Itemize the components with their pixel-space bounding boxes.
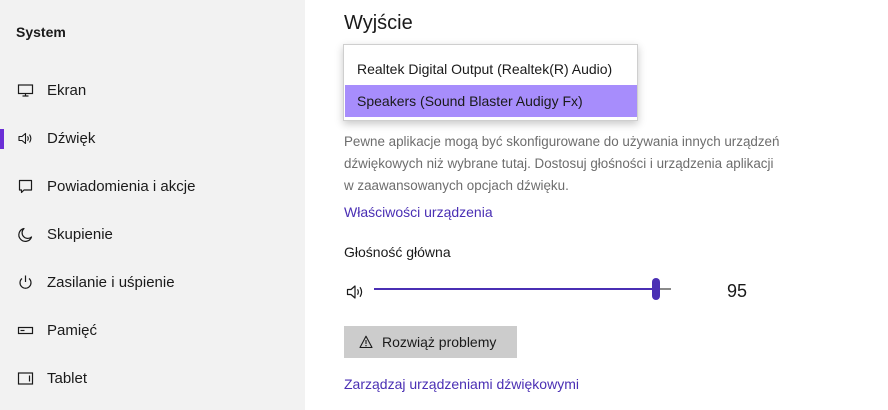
manage-sound-devices-link[interactable]: Zarządzaj urządzeniami dźwiękowymi bbox=[344, 376, 579, 392]
sidebar-item-powiadomienia[interactable]: Powiadomienia i akcje bbox=[0, 164, 305, 208]
output-device-dropdown[interactable]: Realtek Digital Output (Realtek(R) Audio… bbox=[343, 44, 638, 121]
tablet-icon bbox=[16, 369, 34, 387]
master-volume-value: 95 bbox=[727, 281, 748, 301]
device-properties-link[interactable]: Właściwości urządzenia bbox=[344, 204, 493, 220]
main-content: Wyjście Realtek Digital Output (Realtek(… bbox=[305, 0, 888, 410]
sidebar-item-label: Dźwięk bbox=[47, 129, 96, 147]
monitor-icon bbox=[16, 81, 34, 99]
sidebar-item-tablet[interactable]: Tablet bbox=[0, 356, 305, 400]
warning-icon bbox=[359, 335, 382, 349]
speaker-icon bbox=[16, 129, 34, 147]
dropdown-option-realtek[interactable]: Realtek Digital Output (Realtek(R) Audio… bbox=[345, 53, 637, 85]
output-description: Pewne aplikacje mogą być skonfigurowane … bbox=[344, 134, 780, 193]
sidebar-item-dzwiek[interactable]: Dźwięk bbox=[0, 116, 305, 160]
sidebar-item-label: Pamięć bbox=[47, 321, 98, 339]
sidebar-item-label: Powiadomienia i akcje bbox=[47, 177, 196, 195]
troubleshoot-button-label: Rozwiąż problemy bbox=[382, 334, 497, 350]
slider-thumb[interactable] bbox=[652, 278, 660, 300]
sidebar-item-label: Ekran bbox=[47, 81, 87, 99]
notification-icon bbox=[16, 177, 34, 195]
section-title-output: Wyjście bbox=[344, 12, 413, 34]
sidebar-item-ekran[interactable]: Ekran bbox=[0, 68, 305, 112]
master-volume-slider[interactable] bbox=[374, 278, 671, 300]
slider-fill bbox=[374, 288, 656, 290]
storage-icon bbox=[16, 321, 34, 339]
sidebar-item-skupienie[interactable]: Skupienie bbox=[0, 212, 305, 256]
sidebar-item-label: Skupienie bbox=[47, 225, 113, 243]
troubleshoot-button[interactable]: Rozwiąż problemy bbox=[344, 326, 517, 358]
master-volume-label: Głośność główna bbox=[344, 244, 451, 260]
sidebar-item-label: Tablet bbox=[47, 369, 88, 387]
dropdown-option-speakers[interactable]: Speakers (Sound Blaster Audigy Fx) bbox=[345, 85, 637, 117]
moon-icon bbox=[16, 225, 34, 243]
power-icon bbox=[16, 273, 34, 291]
volume-icon[interactable] bbox=[346, 282, 370, 302]
sidebar-item-label: Zasilanie i uśpienie bbox=[47, 273, 175, 291]
sidebar-item-zasilanie[interactable]: Zasilanie i uśpienie bbox=[0, 260, 305, 304]
sidebar-item-pamiec[interactable]: Pamięć bbox=[0, 308, 305, 352]
sidebar: System Ekran Dźwięk Powiadomienia i akcj… bbox=[0, 0, 305, 410]
sidebar-heading: System bbox=[16, 24, 66, 40]
